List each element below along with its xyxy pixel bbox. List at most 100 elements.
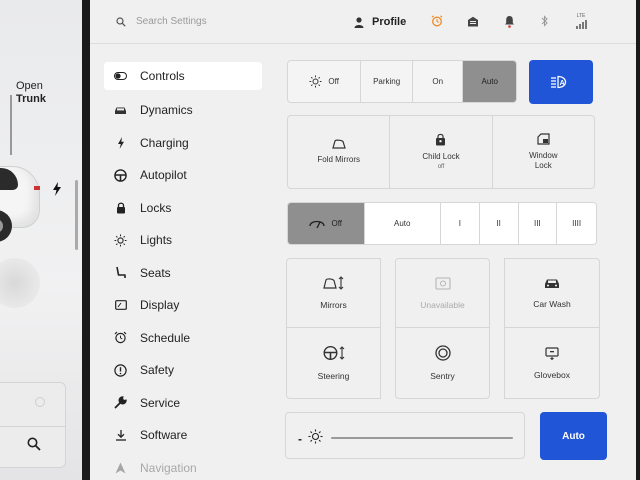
alarm-clock-icon[interactable] — [430, 14, 444, 28]
sidebar-item-software[interactable]: Software — [104, 419, 262, 452]
notification-bell-icon[interactable] — [502, 14, 516, 28]
child-lock-button[interactable]: Child Lock off — [390, 116, 493, 188]
sentry-icon — [434, 345, 451, 361]
headlights-option-off[interactable]: Off — [288, 61, 362, 102]
sidebar-item-label: Navigation — [140, 460, 197, 475]
glovebox-label: Glovebox — [534, 369, 570, 380]
trunk-pointer-line — [10, 95, 12, 155]
window-lock-icon — [537, 133, 550, 145]
sidebar-item-label: Safety — [140, 363, 175, 378]
sidebar-item-safety[interactable]: Safety — [104, 354, 262, 387]
wipers-speed-2-label: II — [496, 219, 501, 228]
fold-mirrors-button[interactable]: Fold Mirrors — [288, 116, 391, 188]
light-icon — [114, 234, 127, 247]
sidebar-item-label: Autopilot — [140, 168, 187, 183]
glovebox-button[interactable]: Glovebox — [504, 327, 600, 399]
car-reflection — [0, 258, 40, 308]
car-image — [0, 160, 42, 250]
sidebar-item-locks[interactable]: Locks — [104, 192, 262, 225]
toggle-icon — [114, 70, 127, 83]
headlights-option-on[interactable]: On — [413, 61, 464, 102]
sentry-button[interactable]: Sentry — [395, 327, 490, 399]
car-wash-label: Car Wash — [533, 299, 571, 309]
window-lock-label: Lock — [534, 161, 552, 170]
headlight-sun-icon — [309, 75, 322, 88]
wipers-control: Off Auto I II III IIII — [287, 202, 597, 245]
wiper-icon — [309, 220, 326, 229]
sidebar-item-service[interactable]: Service — [104, 387, 262, 420]
sidebar-item-autopilot[interactable]: Autopilot — [104, 159, 262, 192]
lock-icon — [114, 201, 127, 214]
open-trunk-label-line1: Open — [16, 80, 43, 92]
sentry-label: Sentry — [430, 371, 455, 381]
child-lock-label: Child Lock — [422, 151, 460, 161]
sidebar-item-charging[interactable]: Charging — [104, 127, 262, 160]
bluetooth-icon[interactable] — [538, 14, 552, 28]
display-icon — [114, 299, 127, 312]
brightness-sun-icon — [308, 429, 323, 449]
wipers-option-off[interactable]: Off — [288, 203, 365, 244]
mirrors-adjust-button[interactable]: Mirrors — [286, 258, 381, 328]
window-label: Window — [529, 151, 558, 160]
quick-card — [0, 382, 66, 468]
sidebar-item-label: Locks — [140, 200, 172, 215]
profile-label: Profile — [372, 16, 407, 28]
steering-label: Steering — [317, 371, 350, 381]
sidebar-item-controls[interactable]: Controls — [104, 62, 262, 90]
headlights-control: Off Parking On Auto — [287, 60, 517, 103]
wipers-option-1[interactable]: I — [441, 203, 480, 244]
sidebar-item-label: Service — [140, 395, 181, 410]
brightness-auto-button[interactable]: Auto — [540, 412, 607, 460]
fold-mirrors-label: Fold Mirrors — [317, 155, 360, 164]
homelink-garage-icon[interactable] — [466, 14, 480, 28]
alarm-clock-icon — [114, 331, 127, 344]
settings-main: Search Settings Profile LTE Controls Dyn… — [90, 0, 636, 480]
headlights-option-parking[interactable]: Parking — [361, 61, 413, 102]
seat-icon — [114, 266, 127, 279]
sidebar-item-label: Lights — [140, 233, 173, 248]
sidebar-item-seats[interactable]: Seats — [104, 257, 262, 290]
mirrors-label: Mirrors — [320, 300, 347, 310]
profile-button[interactable]: Profile — [354, 16, 406, 28]
steering-adjust-icon — [322, 345, 344, 361]
car-wash-button[interactable]: Car Wash — [504, 258, 600, 328]
wrench-icon — [114, 396, 127, 409]
brightness-control: - — [285, 412, 525, 459]
sidebar-item-lights[interactable]: Lights — [104, 224, 262, 257]
unavailable-button: Unavailable — [395, 258, 490, 328]
headlights-off-label: Off — [328, 77, 339, 86]
sidebar-item-label: Controls — [140, 69, 185, 83]
window-lock-button[interactable]: Window Lock — [493, 116, 594, 188]
person-icon — [354, 16, 364, 28]
headlights-on-label: On — [432, 77, 444, 86]
mirror-icon — [331, 139, 346, 149]
car-wash-icon — [545, 279, 559, 288]
panel-scrollbar[interactable] — [75, 180, 78, 250]
sidebar-item-dynamics[interactable]: Dynamics — [104, 94, 262, 127]
sidebar-item-display[interactable]: Display — [104, 289, 262, 322]
sidebar-item-schedule[interactable]: Schedule — [104, 322, 262, 355]
wipers-option-4[interactable]: IIII — [557, 203, 596, 244]
lte-label: LTE — [576, 13, 586, 19]
warning-icon — [114, 364, 127, 377]
mirror-adjust-icon — [322, 276, 343, 290]
sidebar-item-label: Dynamics — [140, 103, 193, 118]
svg-text:A: A — [560, 80, 565, 87]
auto-high-beam-icon: A — [551, 75, 567, 89]
search-settings-field[interactable]: Search Settings — [116, 16, 207, 27]
wipers-option-2[interactable]: II — [479, 203, 519, 244]
auto-high-beam-button[interactable]: A — [529, 60, 593, 104]
headlights-option-auto[interactable]: Auto — [463, 61, 516, 102]
brightness-slider-track[interactable] — [331, 437, 513, 439]
wipers-option-auto[interactable]: Auto — [364, 203, 441, 244]
brightness-minus: - — [298, 432, 302, 446]
wipers-off-label: Off — [331, 219, 343, 228]
headlights-auto-label: Auto — [481, 77, 498, 86]
open-trunk-button[interactable]: Open Trunk — [16, 80, 66, 106]
charge-port-bolt-icon[interactable] — [52, 182, 62, 199]
car-icon — [114, 104, 127, 117]
search-icon[interactable] — [27, 437, 41, 456]
wipers-option-3[interactable]: III — [518, 203, 558, 244]
steering-adjust-button[interactable]: Steering — [286, 327, 381, 399]
sidebar-item-navigation[interactable]: Navigation — [104, 452, 262, 480]
